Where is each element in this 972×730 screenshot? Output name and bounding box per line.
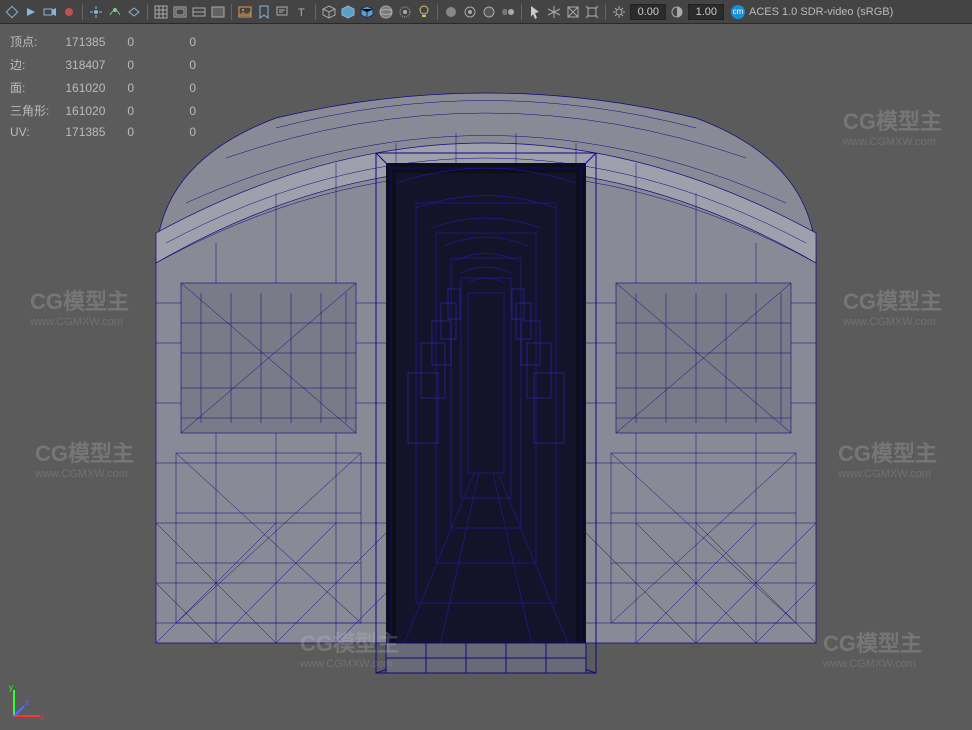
record-icon[interactable] <box>61 4 77 20</box>
xray-icon[interactable] <box>462 4 478 20</box>
cm-indicator-icon: cm <box>731 5 745 19</box>
ao-icon[interactable] <box>481 4 497 20</box>
separator <box>231 4 232 20</box>
gate-mask-icon[interactable] <box>210 4 226 20</box>
color-management-label: ACES 1.0 SDR-video (sRGB) <box>749 6 893 18</box>
deformer-icon[interactable] <box>565 4 581 20</box>
svg-text:T: T <box>298 7 305 19</box>
motion-blur-icon[interactable] <box>500 4 516 20</box>
separator <box>605 4 606 20</box>
expand-icon[interactable] <box>584 4 600 20</box>
axis-z-label: z <box>25 698 29 707</box>
isolate-icon[interactable] <box>443 4 459 20</box>
wireframe-icon[interactable] <box>321 4 337 20</box>
resolution-gate-icon[interactable] <box>191 4 207 20</box>
separator <box>521 4 522 20</box>
axis-x-label: x <box>40 713 44 722</box>
snap-grid-icon[interactable] <box>88 4 104 20</box>
annotation-icon[interactable] <box>275 4 291 20</box>
xgen-icon[interactable] <box>546 4 562 20</box>
color-management-dropdown[interactable]: cm ACES 1.0 SDR-video (sRGB) <box>731 5 893 19</box>
wireframe-model[interactable] <box>96 43 876 683</box>
shaded-icon[interactable] <box>340 4 356 20</box>
play-icon[interactable] <box>23 4 39 20</box>
select-arrow-icon[interactable] <box>527 4 543 20</box>
viewport-panel[interactable]: 顶点:17138500 边:31840700 面:16102000 三角形:16… <box>0 24 972 730</box>
camera-icon[interactable] <box>42 4 58 20</box>
separator <box>147 4 148 20</box>
grid-icon[interactable] <box>153 4 169 20</box>
bookmark-icon[interactable] <box>256 4 272 20</box>
use-lights-icon[interactable] <box>397 4 413 20</box>
gamma-icon[interactable] <box>669 4 685 20</box>
separator <box>437 4 438 20</box>
text-mode-icon[interactable]: T <box>294 4 310 20</box>
snap-point-icon[interactable] <box>126 4 142 20</box>
film-gate-icon[interactable] <box>172 4 188 20</box>
keyframe-icon[interactable] <box>4 4 20 20</box>
shaded-wire-icon[interactable] <box>359 4 375 20</box>
view-axis-gizmo[interactable]: y x z <box>6 684 46 724</box>
image-plane-icon[interactable] <box>237 4 253 20</box>
gear-icon[interactable] <box>611 4 627 20</box>
axis-y-label: y <box>9 684 13 692</box>
separator <box>315 4 316 20</box>
textured-icon[interactable] <box>378 4 394 20</box>
separator <box>82 4 83 20</box>
gamma-field[interactable]: 1.00 <box>688 4 724 20</box>
snap-curve-icon[interactable] <box>107 4 123 20</box>
shelf-toolbar: T 0.00 1.00 cm ACES 1.0 SDR-video (sRGB) <box>0 0 972 24</box>
exposure-field[interactable]: 0.00 <box>630 4 666 20</box>
light-bulb-icon[interactable] <box>416 4 432 20</box>
